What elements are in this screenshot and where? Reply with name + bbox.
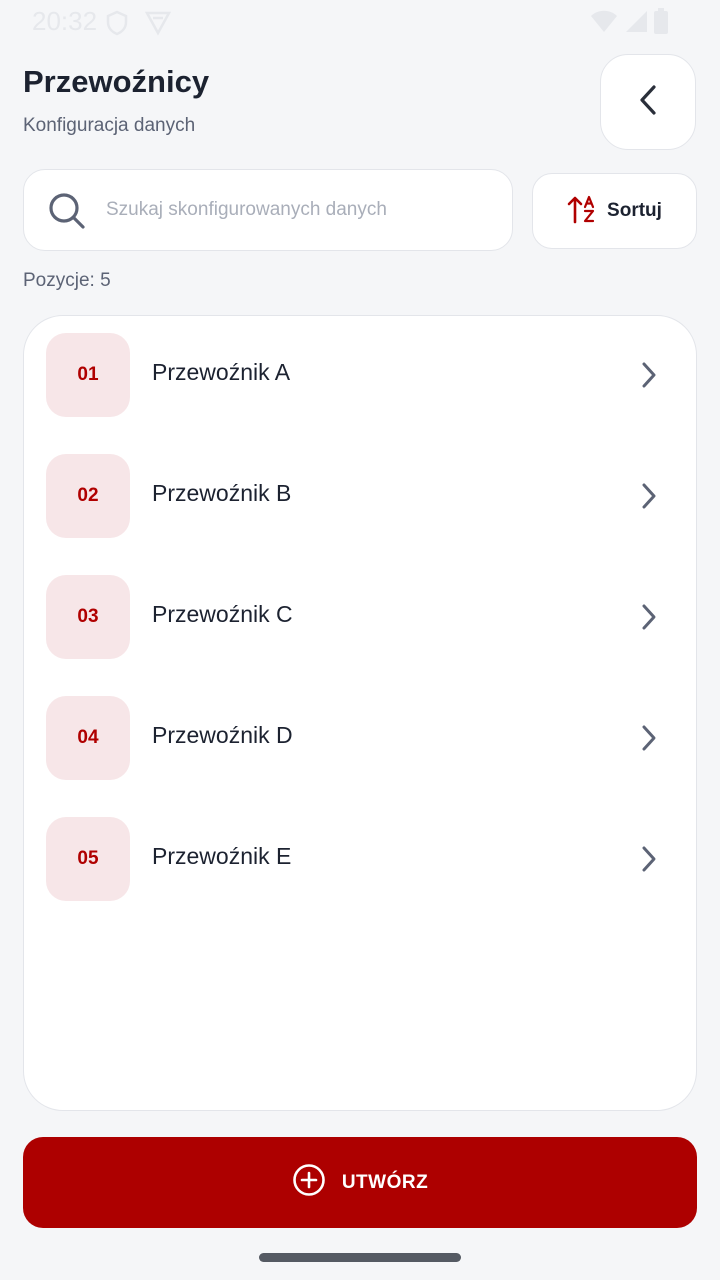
search-box[interactable] <box>23 169 513 251</box>
app-icon <box>144 10 172 41</box>
item-number-badge: 05 <box>46 817 130 901</box>
item-count: Pozycje: 5 <box>23 270 111 291</box>
list-item[interactable]: 05 Przewoźnik E <box>24 817 696 901</box>
sort-alpha-icon <box>567 194 597 229</box>
signal-icon <box>624 9 648 38</box>
item-number-badge: 01 <box>46 333 130 417</box>
item-number-badge: 02 <box>46 454 130 538</box>
battery-icon <box>654 8 668 39</box>
chevron-right-icon <box>640 723 658 758</box>
wifi-icon <box>590 9 618 38</box>
item-name: Przewoźnik C <box>152 601 293 627</box>
item-name: Przewoźnik D <box>152 722 293 748</box>
item-name: Przewoźnik E <box>152 843 292 869</box>
chevron-right-icon <box>640 602 658 637</box>
search-icon <box>48 192 86 235</box>
plus-circle-icon <box>292 1163 326 1202</box>
item-name: Przewoźnik B <box>152 480 292 506</box>
back-button[interactable] <box>600 54 696 150</box>
chevron-right-icon <box>640 481 658 516</box>
create-button[interactable]: UTWÓRZ <box>23 1137 697 1228</box>
list-item[interactable]: 02 Przewoźnik B <box>24 454 696 538</box>
sort-button[interactable]: Sortuj <box>532 173 697 249</box>
page-title: Przewoźnicy <box>23 64 210 99</box>
item-name: Przewoźnik A <box>152 359 291 385</box>
list-item[interactable]: 03 Przewoźnik C <box>24 575 696 659</box>
create-button-label: UTWÓRZ <box>341 1171 429 1193</box>
chevron-right-icon <box>640 360 658 395</box>
list-item[interactable]: 04 Przewoźnik D <box>24 696 696 780</box>
sort-label: Sortuj <box>607 200 662 221</box>
status-bar: 20:32 <box>0 0 720 44</box>
item-number-badge: 04 <box>46 696 130 780</box>
chevron-left-icon <box>637 84 659 121</box>
page-subtitle: Konfiguracja danych <box>23 115 196 136</box>
carrier-list: 01 Przewoźnik A 02 Przewoźnik B 03 Przew… <box>23 315 697 1111</box>
status-time: 20:32 <box>32 6 98 36</box>
list-item[interactable]: 01 Przewoźnik A <box>24 333 696 417</box>
home-indicator[interactable] <box>259 1253 461 1262</box>
chevron-right-icon <box>640 844 658 879</box>
shield-icon <box>104 10 130 41</box>
item-number-badge: 03 <box>46 575 130 659</box>
status-icons <box>590 8 668 39</box>
search-input[interactable] <box>106 194 496 226</box>
